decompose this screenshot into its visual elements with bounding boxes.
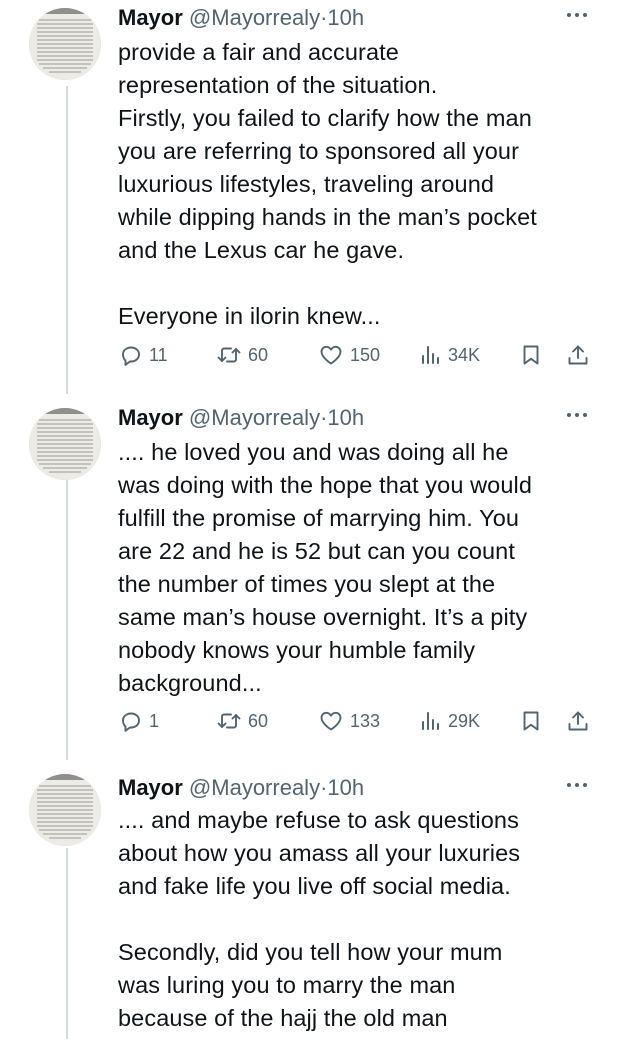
avatar-image <box>29 774 101 846</box>
more-options-button[interactable] <box>566 408 588 422</box>
author-handle[interactable]: @Mayorrealy <box>189 5 320 30</box>
timestamp[interactable]: 10h <box>327 405 364 430</box>
tweet-thread: Mayor @Mayorrealy·10h provide a fair and… <box>0 0 621 1039</box>
reply-count: 11 <box>149 344 168 365</box>
bar-chart-icon <box>422 346 439 364</box>
tweet[interactable]: Mayor @Mayorrealy·10h .... and maybe ref… <box>0 770 621 1039</box>
avatar[interactable] <box>29 774 101 846</box>
avatar-image <box>29 408 101 480</box>
share-upload-icon <box>568 711 588 731</box>
more-horizontal-icon <box>567 783 587 787</box>
more-horizontal-icon <box>567 413 587 417</box>
like-button[interactable]: 150 <box>318 341 380 369</box>
avatar-image <box>29 8 101 80</box>
repost-button[interactable]: 60 <box>216 707 268 735</box>
repost-button[interactable]: 60 <box>216 341 268 369</box>
reply-bubble-icon <box>122 346 140 366</box>
repost-arrows-icon <box>217 347 241 363</box>
repost-count: 60 <box>248 344 269 365</box>
bookmark-icon <box>523 711 539 731</box>
reply-button[interactable]: 1 <box>119 707 159 735</box>
tweet-text: provide a fair and accurate representati… <box>118 39 537 329</box>
avatar[interactable] <box>29 408 101 480</box>
reply-bubble-icon <box>122 712 140 732</box>
author-name[interactable]: Mayor <box>118 775 183 800</box>
bookmark-button[interactable] <box>520 707 542 735</box>
tweet-header: Mayor @Mayorrealy·10h <box>118 404 364 432</box>
tweet-header: Mayor @Mayorrealy·10h <box>118 4 364 32</box>
bar-chart-icon <box>422 712 439 730</box>
tweet-actions: 11 60 150 34K <box>0 341 621 369</box>
heart-icon <box>320 345 342 365</box>
more-options-button[interactable] <box>566 8 588 22</box>
timestamp[interactable]: 10h <box>327 5 364 30</box>
bookmark-button[interactable] <box>520 341 542 369</box>
views-button[interactable]: 34K <box>420 341 480 369</box>
timestamp[interactable]: 10h <box>327 775 364 800</box>
tweet-actions: 1 60 133 29K <box>0 707 621 735</box>
more-horizontal-icon <box>567 13 587 17</box>
author-name[interactable]: Mayor <box>118 405 183 430</box>
view-count: 29K <box>448 710 481 731</box>
heart-icon <box>320 711 342 731</box>
avatar[interactable] <box>29 8 101 80</box>
like-count: 133 <box>350 710 381 731</box>
share-button[interactable] <box>566 341 590 369</box>
like-count: 150 <box>350 344 381 365</box>
more-options-button[interactable] <box>566 778 588 792</box>
author-name[interactable]: Mayor <box>118 5 183 30</box>
repost-arrows-icon <box>217 713 241 729</box>
like-button[interactable]: 133 <box>318 707 380 735</box>
share-upload-icon <box>568 345 588 365</box>
tweet[interactable]: Mayor @Mayorrealy·10h provide a fair and… <box>0 0 621 390</box>
reply-button[interactable]: 11 <box>119 341 168 369</box>
views-button[interactable]: 29K <box>420 707 480 735</box>
reply-count: 1 <box>149 710 160 731</box>
repost-count: 60 <box>248 710 269 731</box>
tweet[interactable]: Mayor @Mayorrealy·10h .... he loved you … <box>0 400 621 760</box>
author-handle[interactable]: @Mayorrealy <box>189 775 320 800</box>
share-button[interactable] <box>566 707 590 735</box>
tweet-header: Mayor @Mayorrealy·10h <box>118 774 364 802</box>
view-count: 34K <box>448 344 481 365</box>
author-handle[interactable]: @Mayorrealy <box>189 405 320 430</box>
bookmark-icon <box>523 345 539 365</box>
tweet-text: .... he loved you and was doing all he w… <box>118 439 533 696</box>
tweet-text: .... and maybe refuse to ask questions a… <box>118 807 521 1031</box>
